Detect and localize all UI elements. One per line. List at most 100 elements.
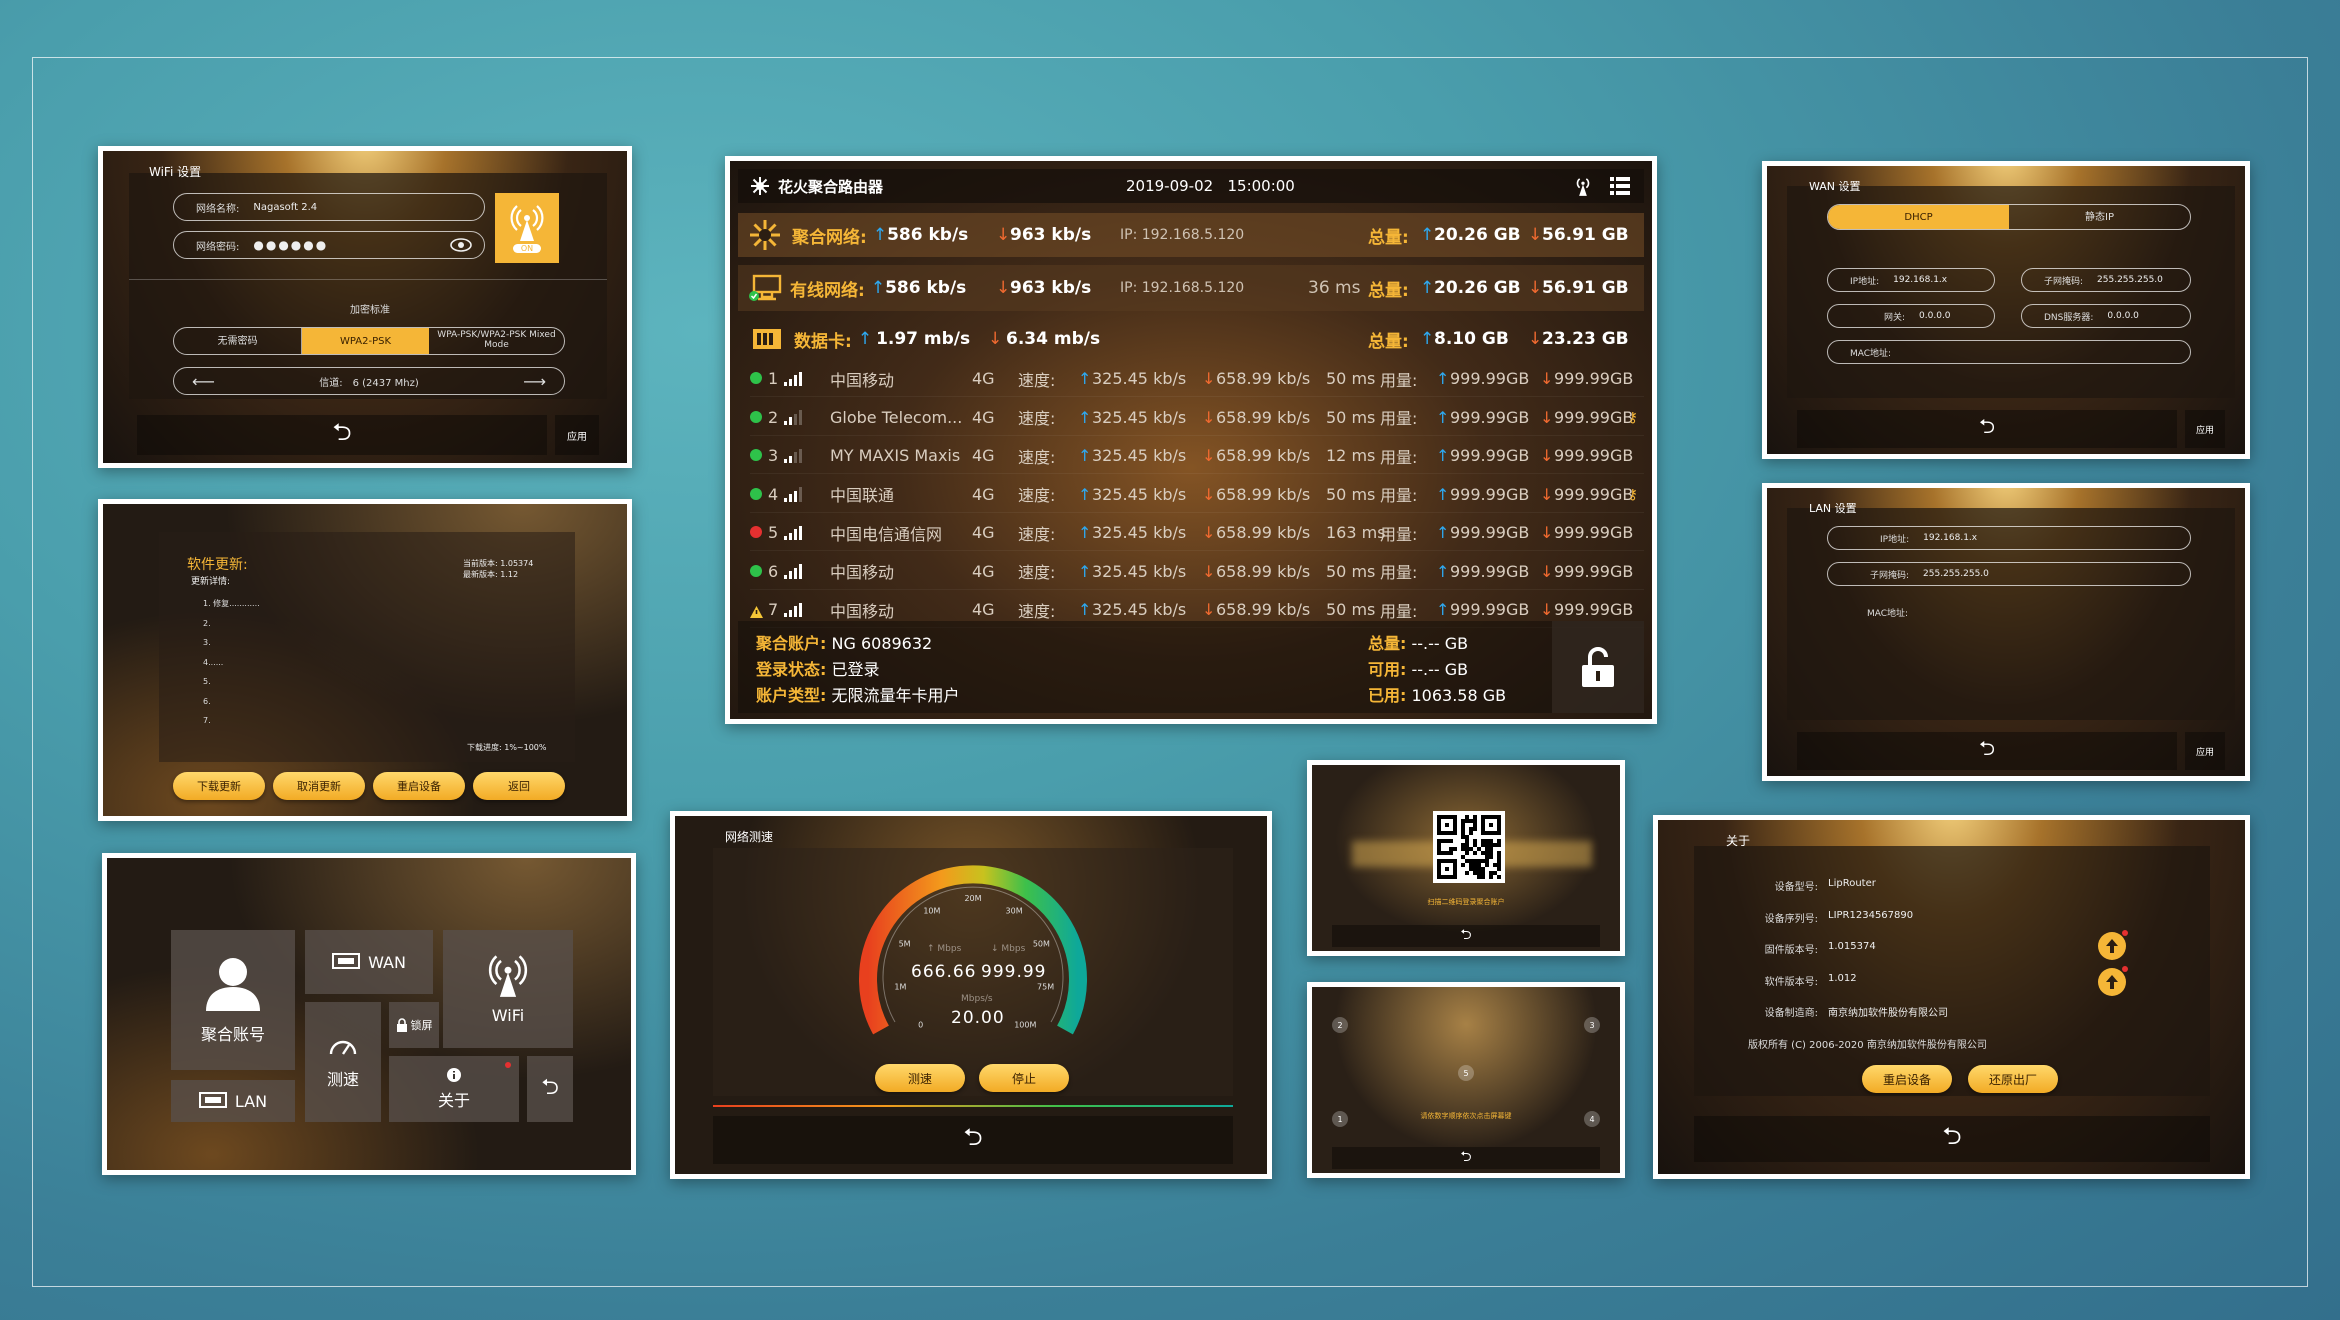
menu-speed-tile[interactable]: 测速 [305,1002,381,1122]
card-carrier: 中国联通 [830,486,895,505]
eye-icon[interactable] [450,238,472,252]
aggregate-total-down: 56.91 GB [1542,225,1629,245]
wan-mask-field[interactable]: 子网掩码: 255.255.255.0 [2021,268,2191,292]
lan-apply-button[interactable]: 应用 [2185,732,2225,770]
lan-mask-field[interactable]: 子网掩码: 255.255.255.0 [1827,562,2191,586]
pattern-dot-3[interactable]: 3 [1584,1017,1600,1033]
data-card-row-3[interactable]: 3 MY MAXIS Maxis 4G 速度: ↑ 325.45 kb/s ↓ 658.99 … [750,438,1644,474]
back-icon[interactable]: ⮌ [1942,1119,1961,1160]
key-icon[interactable]: ⚷ [1628,410,1638,426]
factory-reset-button[interactable]: 还原出厂 [1968,1065,2058,1093]
restart-device-button[interactable]: 重启设备 [1862,1065,1952,1093]
speedtest-back-bar[interactable]: ⮌ [713,1116,1233,1164]
card-used-down: 999.99GB [1554,369,1634,388]
back-icon[interactable]: ⮌ [1979,734,1995,768]
wifi-password-field[interactable]: 网络密码: ●●●●●● [173,231,485,259]
unlock-icon [1582,647,1614,687]
back-icon[interactable]: ⮌ [332,415,351,456]
data-card-row-5[interactable]: 5 中国电信通信网 4G 速度: ↑ 325.45 kb/s ↓ 658.99 kb/s 163… [750,515,1644,551]
menu-lock-tile[interactable]: 锁屏 [389,1002,439,1048]
enc-option-none[interactable]: 无需密码 [174,328,302,354]
lock-icon [396,1018,407,1032]
stop-speedtest-button[interactable]: 停止 [979,1064,1069,1092]
menu-wan-tile[interactable]: WAN [305,930,433,994]
dashboard-panel: 花火聚合路由器 2019-09-02 15:00:00 聚合网络: ↑ 586 k… [725,156,1657,724]
qr-code[interactable] [1433,811,1505,883]
wan-gateway-field[interactable]: 网关: 0.0.0.0 [1827,304,1995,328]
arrow-right-icon[interactable]: ⟶ [523,372,546,391]
qr-back-bar[interactable]: ⮌ [1332,925,1600,947]
wan-mode-selector[interactable]: DHCP 静态IP [1827,204,2191,230]
data-card-row-4[interactable]: 4 中国联通 4G 速度: ↑ 325.45 kb/s ↓ 658.99 kb/s 50 ms 用… [750,477,1644,513]
menu-lan-tile[interactable]: LAN [171,1080,295,1122]
wifi-name-field[interactable]: 网络名称: Nagasoft 2.4 [173,193,485,221]
wifi-toggle[interactable]: ON [495,193,559,263]
quota-total-value: --.-- GB [1411,634,1469,653]
arrow-up-icon: ↑ [870,278,886,298]
wifi-back-bar[interactable]: ⮌ [137,415,547,455]
lan-ip-field[interactable]: IP地址: 192.168.1.x [1827,526,2191,550]
signal-strength-icon [784,525,802,540]
menu-back-tile[interactable]: ⮌ [527,1056,573,1122]
download-update-button[interactable]: 下载更新 [173,772,265,800]
channel-label: 信道: [319,377,343,389]
wifi-apply-button[interactable]: 应用 [555,415,599,455]
back-icon[interactable]: ⮌ [541,1070,559,1108]
update-detail-label: 更新详情: [191,577,231,587]
wan-mac-field[interactable]: MAC地址: [1827,340,2191,364]
arrow-down-icon: ↓ [1202,523,1216,542]
wifi-title: WiFi 设置 [149,165,202,179]
quota-total-label: 总量: [1368,634,1407,653]
about-back-bar[interactable]: ⮌ [1694,1116,2210,1162]
restart-device-button[interactable]: 重启设备 [373,772,465,800]
back-icon[interactable]: ⮌ [1460,924,1471,948]
arrow-left-icon[interactable]: ⟵ [192,372,215,391]
wan-settings-panel: WAN 设置 DHCP 静态IP IP地址: 192.168.1.x 子网掩码: 2… [1762,161,2250,459]
back-icon[interactable]: ⮌ [1460,1146,1471,1170]
key-icon[interactable]: ⚷ [1628,487,1638,503]
wan-gateway-value: 0.0.0.0 [1919,311,1951,321]
menu-wifi-tile[interactable]: WiFi [443,930,573,1048]
wan-apply-button[interactable]: 应用 [2185,410,2225,448]
data-card-row-1[interactable]: 1 中国移动 4G 速度: ↑ 325.45 kb/s ↓ 658.99 kb/s 50 ms 用… [750,361,1644,397]
software-upgrade-button[interactable] [2098,966,2128,996]
card-carrier: 中国移动 [830,370,895,390]
menu-list-icon[interactable] [1610,177,1630,195]
network-port-icon [198,1092,227,1108]
cancel-update-button[interactable]: 取消更新 [273,772,365,800]
wan-dns-field[interactable]: DNS服务器: 0.0.0.0 [2021,304,2191,328]
enc-option-mixed[interactable]: WPA-PSK/WPA2-PSK Mixed Mode [429,328,564,354]
enc-option-wpa2[interactable]: WPA2-PSK [302,328,429,354]
menu-account-tile[interactable]: 聚合账号 [171,930,295,1070]
encryption-selector[interactable]: 无需密码 WPA2-PSK WPA-PSK/WPA2-PSK Mixed Mod… [173,327,565,355]
unlock-button[interactable] [1552,621,1644,713]
wan-ip-field[interactable]: IP地址: 192.168.1.x [1827,268,1995,292]
channel-selector[interactable]: ⟵ 信道: 6 (2437 Mhz) ⟶ [173,367,565,395]
card-used-down: 999.99GB [1554,561,1634,581]
latest-version: 最新版本: 1.12 [463,570,519,579]
mode-dhcp[interactable]: DHCP [1828,205,2009,229]
start-speedtest-button[interactable]: 测速 [875,1064,965,1092]
lan-back-bar[interactable]: ⮌ [1797,732,2177,770]
lan-mask-label: 子网掩码: [1870,570,1910,581]
mode-static-ip[interactable]: 静态IP [2009,205,2190,229]
card-up-speed: 325.45 kb/s [1092,369,1187,388]
pattern-dot-5[interactable]: 5 [1458,1065,1474,1081]
wan-back-bar[interactable]: ⮌ [1797,410,2177,448]
firmware-upgrade-button[interactable] [2098,930,2128,960]
card-usage-label: 用量: [1380,563,1418,582]
account-value: NG 6089632 [831,634,933,653]
data-card-row-2[interactable]: 2 Globe Telecom... 4G 速度: ↑ 325.45 kb/s ↓ 658.9… [750,400,1644,436]
arrow-up-icon: ↑ [1078,446,1092,465]
arrow-up-icon: ↑ [1436,523,1450,542]
pattern-back-bar[interactable]: ⮌ [1332,1147,1600,1169]
card-speed-label: 速度: [1018,563,1056,582]
return-button[interactable]: 返回 [473,772,565,800]
arrow-up-icon: ↑ [1436,446,1450,465]
back-icon[interactable]: ⮌ [1979,412,1995,446]
back-icon[interactable]: ⮌ [963,1120,982,1161]
menu-about-tile[interactable]: 关于 [389,1056,519,1122]
pattern-dot-2[interactable]: 2 [1332,1017,1348,1033]
update-item: 2. [203,618,211,628]
data-card-row-6[interactable]: 6 中国移动 4G 速度: ↑ 325.45 kb/s ↓ 658.99 kb/s 50 ms 用… [750,554,1644,590]
